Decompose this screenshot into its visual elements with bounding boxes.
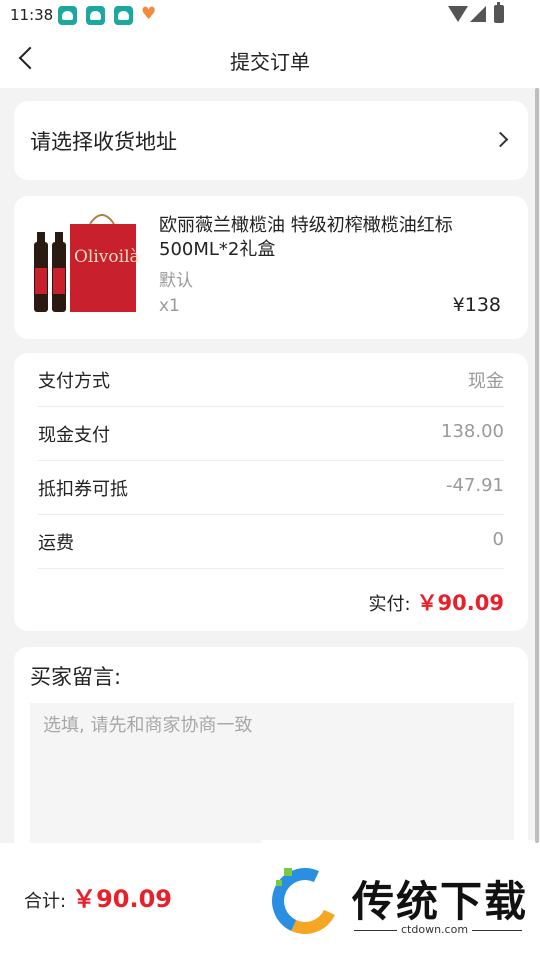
watermark-brand: 传统下载 bbox=[352, 877, 529, 926]
total-label: 合计: bbox=[24, 891, 67, 912]
product-price: ¥138 bbox=[452, 294, 501, 316]
actual-payment-label: 实付: bbox=[368, 594, 411, 615]
scrollbar[interactable] bbox=[535, 88, 539, 843]
signal-icon bbox=[470, 6, 486, 22]
product-image: Olivoilà bbox=[34, 214, 140, 312]
product-name: 欧丽薇兰橄榄油 特级初榨橄榄油红标500ML*2礼盒 bbox=[159, 215, 453, 260]
actual-payment: 实付: ￥90.09 bbox=[368, 587, 504, 617]
cash-payment-row: 现金支付 138.00 bbox=[38, 407, 504, 461]
total-amount: ￥90.09 bbox=[72, 885, 172, 913]
payment-card: 支付方式 现金 现金支付 138.00 抵扣券可抵 -47.91 运费 0 实付… bbox=[14, 353, 528, 631]
watermark-logo-dot bbox=[284, 868, 292, 876]
status-time: 11:38 bbox=[10, 6, 54, 24]
nav-bar: 提交订单 bbox=[0, 32, 540, 88]
chevron-right-icon bbox=[492, 131, 509, 148]
wifi-icon bbox=[448, 6, 468, 22]
select-address-row[interactable]: 请选择收货地址 bbox=[14, 101, 528, 180]
row-value: 0 bbox=[492, 529, 504, 550]
watermark-logo-dot bbox=[276, 880, 282, 886]
status-bar: 11:38 ♥ bbox=[0, 0, 540, 32]
row-label: 抵扣券可抵 bbox=[38, 479, 128, 500]
watermark-logo-icon bbox=[262, 858, 348, 944]
product-spec: 默认 bbox=[159, 271, 193, 291]
address-prompt: 请选择收货地址 bbox=[30, 130, 177, 154]
row-value: 138.00 bbox=[441, 421, 504, 442]
battery-icon bbox=[494, 2, 504, 23]
app-notification-icon bbox=[86, 6, 105, 25]
row-label: 现金支付 bbox=[38, 425, 110, 446]
heart-notification-icon: ♥ bbox=[141, 4, 157, 24]
row-label: 运费 bbox=[38, 533, 74, 554]
page-title: 提交订单 bbox=[230, 50, 310, 74]
product-image-brand: Olivoilà bbox=[74, 247, 140, 267]
site-watermark: 传统下载 ctdown.com bbox=[262, 840, 540, 960]
product-card: Olivoilà 欧丽薇兰橄榄油 特级初榨橄榄油红标500ML*2礼盒 默认 x… bbox=[14, 196, 528, 339]
watermark-url: ctdown.com bbox=[397, 923, 473, 936]
buyer-message-label: 买家留言: bbox=[30, 665, 122, 689]
app-notification-icon bbox=[58, 6, 77, 25]
app-notification-icon bbox=[114, 6, 133, 25]
actual-payment-amount: ￥90.09 bbox=[416, 591, 504, 615]
row-label: 支付方式 bbox=[38, 371, 110, 392]
row-value: -47.91 bbox=[445, 475, 504, 496]
row-value: 现金 bbox=[468, 371, 504, 392]
coupon-deduction-row[interactable]: 抵扣券可抵 -47.91 bbox=[38, 461, 504, 515]
payment-method-row[interactable]: 支付方式 现金 bbox=[38, 353, 504, 407]
order-total: 合计: ￥90.09 bbox=[24, 879, 172, 914]
product-quantity: x1 bbox=[159, 296, 180, 316]
shipping-fee-row: 运费 0 bbox=[38, 515, 504, 569]
